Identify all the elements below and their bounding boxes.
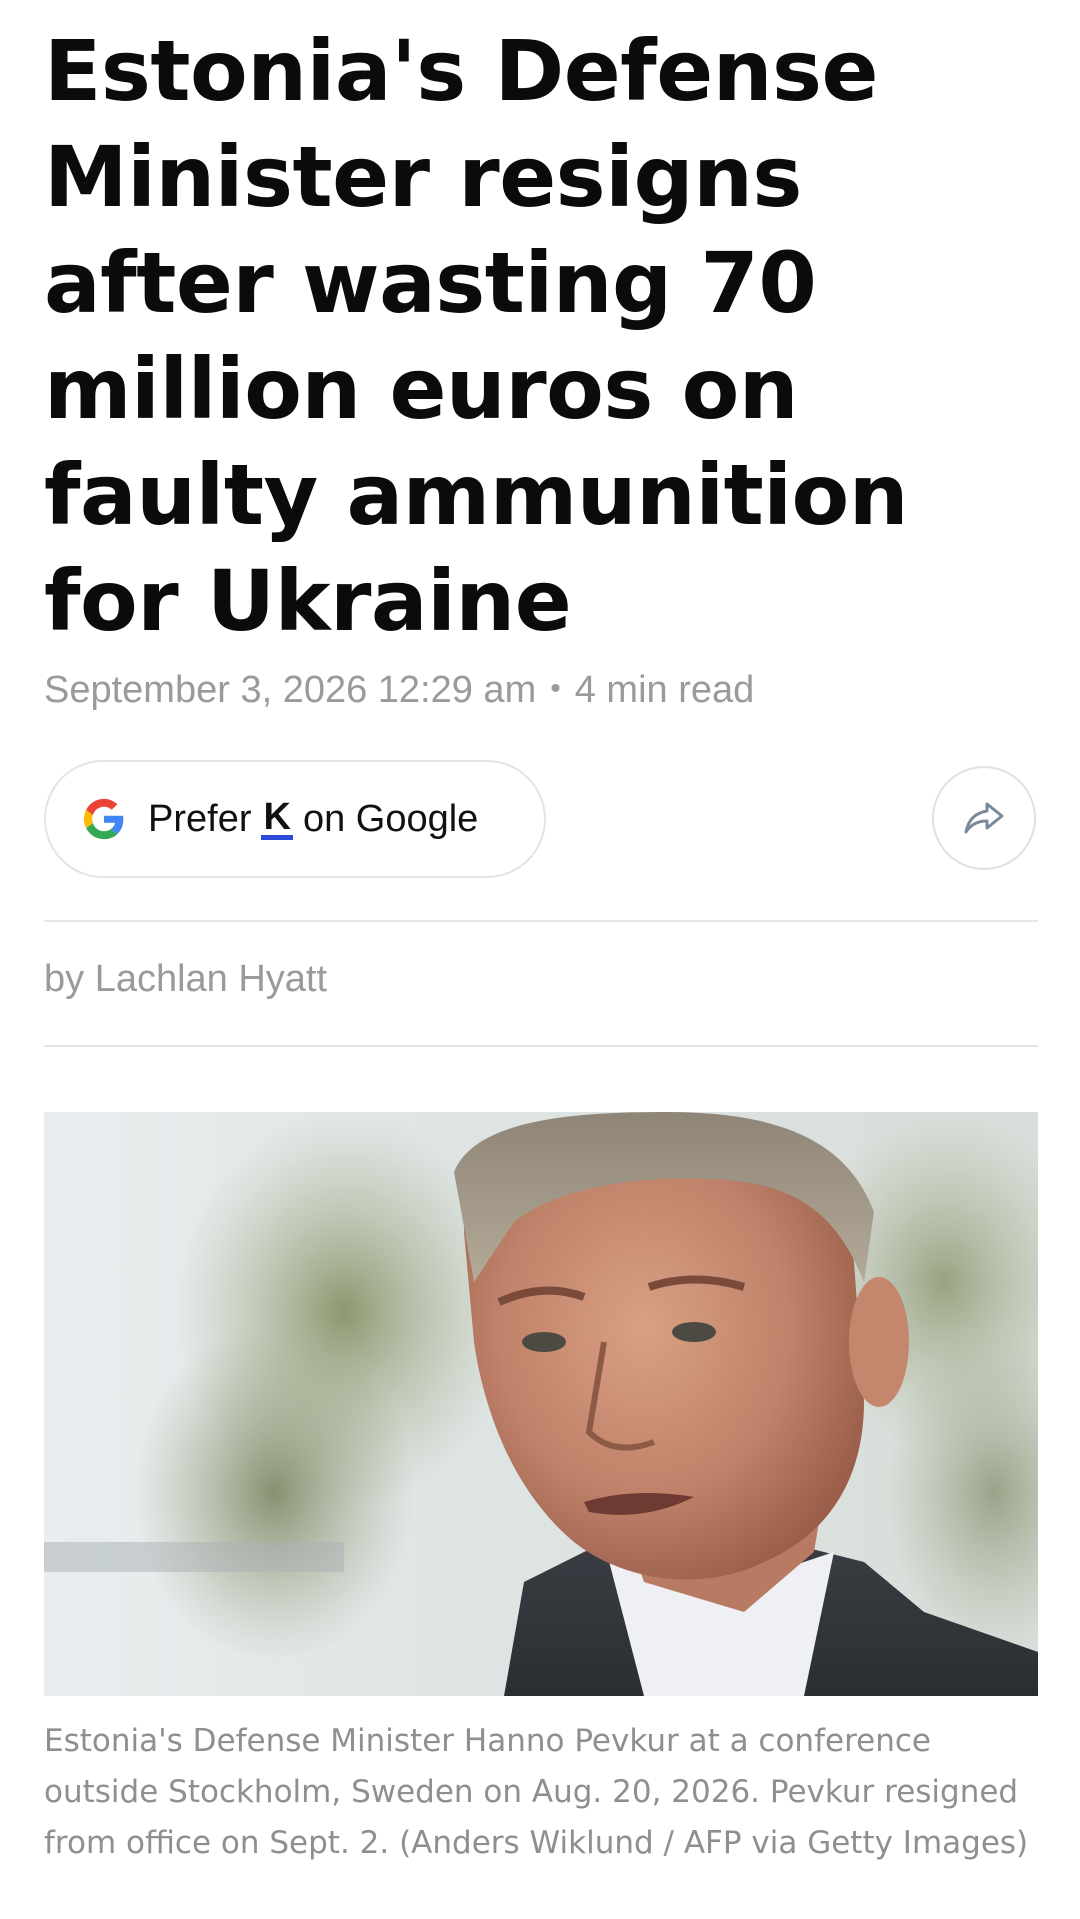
photo-caption: Estonia's Defense Minister Hanno Pevkur …	[44, 1723, 1029, 1861]
divider-top	[44, 920, 1038, 922]
article-meta: September 3, 2026 12:29 am • 4 min read	[44, 664, 754, 715]
publish-date: September 3, 2026 12:29 am	[44, 669, 537, 711]
meta-separator: •	[550, 672, 561, 705]
prefer-label: Prefer	[148, 797, 252, 840]
read-time: 4 min read	[574, 669, 755, 711]
prefer-on-google-button[interactable]: Prefer K on Google	[44, 760, 546, 878]
byline: by Lachlan Hyatt	[44, 958, 328, 1000]
on-google-label: on Google	[302, 797, 479, 840]
share-arrow-icon	[964, 802, 1004, 834]
share-button[interactable]	[932, 766, 1036, 870]
google-g-icon	[83, 798, 124, 840]
portrait-image	[44, 1112, 1038, 1696]
article: Estonia's Defense Minister resigns after…	[0, 0, 1080, 1919]
article-photo	[44, 1112, 1038, 1696]
k-logo: K	[261, 795, 293, 840]
headline: Estonia's Defense Minister resigns after…	[44, 22, 909, 650]
divider-bottom	[44, 1045, 1038, 1047]
